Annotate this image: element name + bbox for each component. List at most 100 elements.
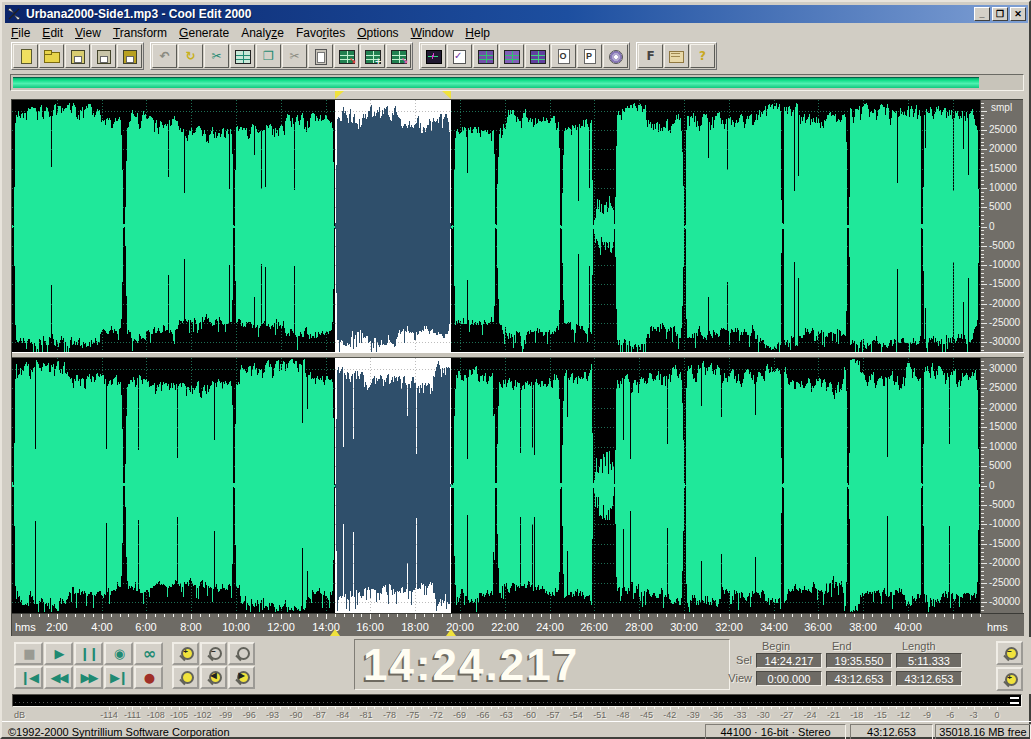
- vzoom-out-button[interactable]: −: [996, 641, 1023, 665]
- selview-value[interactable]: 0:00.000: [756, 671, 822, 686]
- menu-file[interactable]: File: [5, 25, 36, 41]
- go-to-end-icon: ▶❙: [110, 671, 127, 684]
- go-to-start-button[interactable]: ❙◀: [14, 666, 43, 689]
- go-to-end-button[interactable]: ▶❙: [104, 666, 133, 689]
- paste-button[interactable]: [308, 44, 333, 68]
- convert-sample-type-button[interactable]: [386, 44, 411, 68]
- mix-paste-button[interactable]: [360, 44, 385, 68]
- level-meter[interactable]: [12, 694, 1022, 707]
- timeline-tick: [290, 614, 291, 617]
- cd-player-button[interactable]: [603, 44, 628, 68]
- copy-to-new-button[interactable]: [230, 44, 255, 68]
- menu-view[interactable]: View: [69, 25, 107, 41]
- rewind-button[interactable]: ◀◀: [44, 666, 73, 689]
- copy-button[interactable]: [256, 44, 281, 68]
- selview-value[interactable]: 5:11.333: [896, 653, 962, 668]
- open-play-doc-button[interactable]: [577, 44, 602, 68]
- db-label: -78: [383, 710, 396, 720]
- ruler-tick: [981, 350, 984, 351]
- timeline-tick: [128, 614, 129, 617]
- play-looped-button[interactable]: ◉: [104, 642, 133, 665]
- save-as-button[interactable]: [91, 44, 116, 68]
- selection-handle[interactable]: [446, 629, 456, 636]
- menu-analyze[interactable]: Analyze: [235, 25, 290, 41]
- timeline-tick: [281, 614, 282, 619]
- save-file-button[interactable]: [65, 44, 90, 68]
- timeline-ruler[interactable]: 2:004:006:008:0010:0012:0014:0016:0018:0…: [12, 613, 1024, 636]
- trim-button[interactable]: [282, 44, 307, 68]
- ruler-tick: [981, 238, 984, 239]
- zoom-out-button[interactable]: −: [200, 642, 227, 665]
- copy-icon: [260, 49, 277, 64]
- selview-value[interactable]: 43:12.653: [896, 671, 962, 686]
- multitrack-grid-2-button[interactable]: [499, 44, 524, 68]
- vzoom-in-button[interactable]: +: [996, 667, 1023, 691]
- scripts-button[interactable]: [664, 44, 689, 68]
- new-file-button[interactable]: [13, 44, 38, 68]
- stop-button[interactable]: ■: [14, 642, 43, 665]
- menu-options[interactable]: Options: [351, 25, 404, 41]
- ruler-tick: [981, 342, 987, 343]
- overview-bar[interactable]: [10, 74, 1024, 91]
- selview-value[interactable]: 14:24.217: [756, 653, 822, 668]
- multitrack-grid-1-button[interactable]: [473, 44, 498, 68]
- db-tick: [125, 707, 126, 709]
- zoom-full-button[interactable]: [228, 642, 255, 665]
- selection-handle[interactable]: [442, 91, 451, 99]
- channel-separator[interactable]: [12, 352, 1024, 358]
- selection-handle[interactable]: [330, 629, 340, 636]
- waveform-view-button[interactable]: [421, 44, 446, 68]
- minimize-button[interactable]: _: [974, 7, 990, 21]
- zoom-sel-left-button[interactable]: ◀: [200, 666, 227, 689]
- pause-button[interactable]: ❙❙: [74, 642, 103, 665]
- multitrack-grid-3-button[interactable]: [525, 44, 550, 68]
- open-file-button[interactable]: [39, 44, 64, 68]
- menu-edit[interactable]: Edit: [36, 25, 69, 41]
- title-bar: Urbana2000-Side1.mp3 - Cool Edit 2000 _ …: [5, 5, 1028, 23]
- menu-favorites[interactable]: Favorites: [290, 25, 351, 41]
- selview-value[interactable]: 43:12.653: [826, 671, 892, 686]
- paste-to-new-button[interactable]: [334, 44, 359, 68]
- multitrack-grid-2-icon: [503, 49, 520, 64]
- cut-button[interactable]: [204, 44, 229, 68]
- menu-window[interactable]: Window: [405, 25, 460, 41]
- db-label: -27: [780, 710, 793, 720]
- record-button[interactable]: ●: [134, 666, 163, 689]
- menu-generate[interactable]: Generate: [173, 25, 235, 41]
- ruler-label: -5000: [989, 499, 1015, 510]
- db-tick: [935, 707, 936, 709]
- zoom-in-button[interactable]: +: [172, 642, 199, 665]
- db-label: -33: [733, 710, 746, 720]
- menu-bar: FileEditViewTransformGenerateAnalyzeFavo…: [5, 24, 1028, 41]
- selection-handle[interactable]: [335, 91, 344, 99]
- menu-help[interactable]: Help: [459, 25, 496, 41]
- db-tick: [911, 707, 912, 709]
- timeline-tick: [460, 614, 461, 619]
- db-label: -6: [946, 710, 954, 720]
- play-button[interactable]: ▶: [44, 642, 73, 665]
- ruler-tick: [981, 384, 984, 385]
- undo-button[interactable]: [152, 44, 177, 68]
- repeat-last-button[interactable]: [178, 44, 203, 68]
- fast-forward-button[interactable]: ▶▶: [74, 666, 103, 689]
- zoom-sel-right-button[interactable]: ▶: [228, 666, 255, 689]
- db-label: -114: [100, 710, 117, 720]
- ruler-tick: [981, 544, 987, 545]
- db-label: -15: [874, 710, 887, 720]
- cue-list-button[interactable]: [447, 44, 472, 68]
- db-tick: [545, 707, 546, 709]
- db-tick: [942, 707, 943, 709]
- selview-value[interactable]: 19:35.550: [826, 653, 892, 668]
- save-selection-button[interactable]: [117, 44, 142, 68]
- menu-transform[interactable]: Transform: [107, 25, 173, 41]
- db-tick: [475, 707, 476, 709]
- close-button[interactable]: ✕: [1010, 7, 1026, 21]
- restore-button[interactable]: ❐: [992, 7, 1008, 21]
- help-button[interactable]: [690, 44, 715, 68]
- zoom-to-selection-button[interactable]: [172, 666, 199, 689]
- loop-button[interactable]: ∞: [134, 642, 163, 665]
- open-cue-doc-button[interactable]: [551, 44, 576, 68]
- frequency-analysis-button[interactable]: [638, 44, 663, 68]
- db-tick: [350, 707, 351, 709]
- toolbar: [5, 41, 1028, 71]
